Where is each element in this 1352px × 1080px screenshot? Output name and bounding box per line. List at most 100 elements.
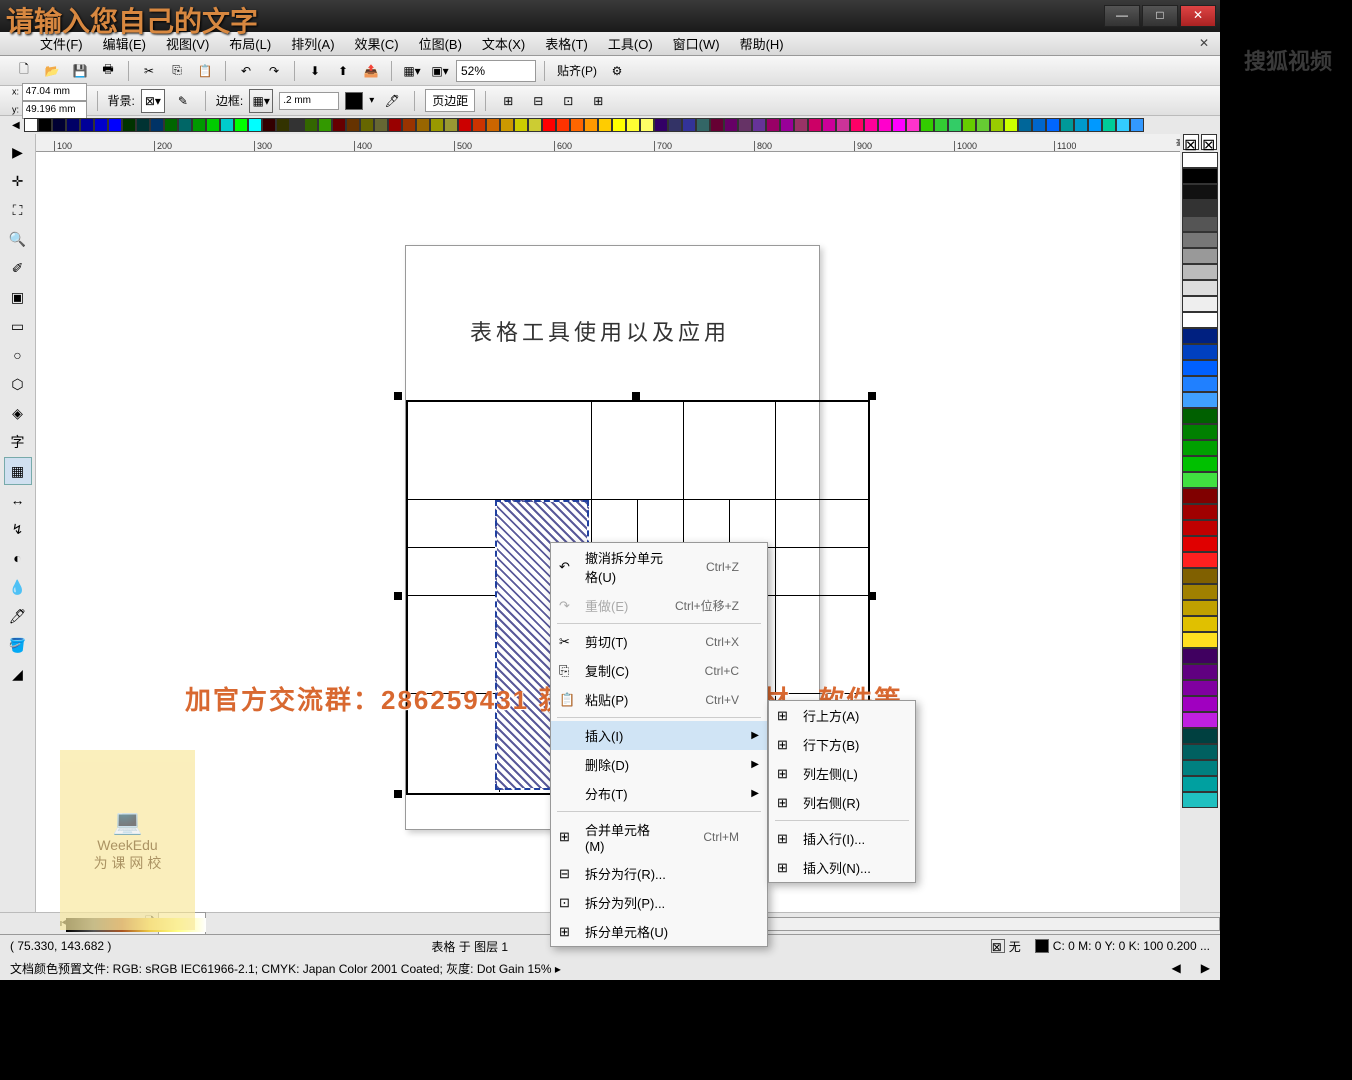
color-swatch[interactable] [1182, 472, 1218, 488]
snap-label[interactable]: 贴齐(P) [553, 62, 601, 79]
app-launcher-icon[interactable]: ▦▾ [400, 59, 424, 83]
color-swatch[interactable] [710, 118, 724, 132]
context-menu-item[interactable]: ⊞行上方(A) [769, 701, 915, 730]
fill-none-icon[interactable]: ⊠ [991, 939, 1005, 953]
color-swatch[interactable] [1182, 584, 1218, 600]
color-swatch[interactable] [1074, 118, 1088, 132]
dimension-tool-icon[interactable]: ↔ [4, 486, 32, 514]
color-swatch[interactable] [1182, 680, 1218, 696]
pick-tool-icon[interactable]: ▶ [4, 138, 32, 166]
color-swatch[interactable] [24, 118, 38, 132]
bg-color-picker[interactable]: ⊠▾ [141, 89, 165, 113]
color-swatch[interactable] [1088, 118, 1102, 132]
close-button[interactable]: ✕ [1180, 5, 1216, 27]
color-swatch[interactable] [416, 118, 430, 132]
color-swatch[interactable] [1182, 376, 1218, 392]
color-swatch[interactable] [1182, 232, 1218, 248]
color-swatch[interactable] [1182, 488, 1218, 504]
document-close-button[interactable]: ✕ [1194, 36, 1214, 52]
selection-handle[interactable] [868, 392, 876, 400]
color-swatch[interactable] [1182, 648, 1218, 664]
color-swatch[interactable] [38, 118, 52, 132]
context-menu-item[interactable]: ⎘复制(C)Ctrl+C [551, 656, 767, 685]
color-swatch[interactable] [962, 118, 976, 132]
color-swatch[interactable] [696, 118, 710, 132]
y-position[interactable] [22, 101, 87, 119]
text-tool-icon[interactable]: 字 [4, 428, 32, 456]
color-swatch[interactable] [948, 118, 962, 132]
menu-text[interactable]: 文本(X) [472, 32, 535, 55]
no-fill-icon[interactable]: ⊠ [1183, 134, 1199, 150]
color-swatch[interactable] [1182, 152, 1218, 168]
color-swatch[interactable] [66, 118, 80, 132]
nav-prev-frame-icon[interactable]: ◀ [1172, 961, 1181, 975]
color-swatch[interactable] [1182, 248, 1218, 264]
color-swatch[interactable] [1182, 216, 1218, 232]
color-swatch[interactable] [1182, 312, 1218, 328]
shape-tool-icon[interactable]: ✛ [4, 167, 32, 195]
color-swatch[interactable] [892, 118, 906, 132]
color-swatch[interactable] [150, 118, 164, 132]
color-swatch[interactable] [752, 118, 766, 132]
color-swatch[interactable] [1182, 328, 1218, 344]
color-swatch[interactable] [1046, 118, 1060, 132]
paste-icon[interactable]: 📋 [193, 59, 217, 83]
context-menu-item[interactable]: 分布(T)▶ [551, 779, 767, 808]
color-swatch[interactable] [738, 118, 752, 132]
color-swatch[interactable] [346, 118, 360, 132]
color-swatch[interactable] [584, 118, 598, 132]
color-swatch[interactable] [1182, 392, 1218, 408]
context-menu-item[interactable]: ⊞列左侧(L) [769, 759, 915, 788]
color-swatch[interactable] [1018, 118, 1032, 132]
maximize-button[interactable]: □ [1142, 5, 1178, 27]
context-menu-item[interactable]: ✂剪切(T)Ctrl+X [551, 627, 767, 656]
split-cells-icon[interactable]: ⊞ [586, 89, 610, 113]
color-swatch[interactable] [1182, 744, 1218, 760]
polygon-tool-icon[interactable]: ⬡ [4, 370, 32, 398]
color-swatch[interactable] [822, 118, 836, 132]
eyedropper-tool-icon[interactable]: 💧 [4, 573, 32, 601]
color-swatch[interactable] [1182, 696, 1218, 712]
color-swatch[interactable] [780, 118, 794, 132]
color-swatch[interactable] [486, 118, 500, 132]
color-swatch[interactable] [1182, 792, 1218, 808]
color-swatch[interactable] [1182, 296, 1218, 312]
color-swatch[interactable] [640, 118, 654, 132]
color-swatch[interactable] [864, 118, 878, 132]
color-swatch[interactable] [234, 118, 248, 132]
color-swatch[interactable] [178, 118, 192, 132]
context-menu-item[interactable]: 插入(I)▶ [551, 721, 767, 750]
snap-options-icon[interactable]: ⚙ [605, 59, 629, 83]
color-swatch[interactable] [1182, 520, 1218, 536]
color-swatch[interactable] [542, 118, 556, 132]
color-swatch[interactable] [1182, 456, 1218, 472]
import-icon[interactable]: ⬇ [303, 59, 327, 83]
fill-tool-icon[interactable]: 🪣 [4, 631, 32, 659]
outline-pen-icon[interactable]: 🖊 [380, 89, 404, 113]
color-swatch[interactable] [766, 118, 780, 132]
color-swatch[interactable] [360, 118, 374, 132]
color-swatch[interactable] [1182, 168, 1218, 184]
color-swatch[interactable] [682, 118, 696, 132]
color-swatch[interactable] [458, 118, 472, 132]
menu-bitmap[interactable]: 位图(B) [409, 32, 472, 55]
color-swatch[interactable] [836, 118, 850, 132]
margin-label[interactable]: 页边距 [425, 89, 475, 112]
selection-handle[interactable] [868, 592, 876, 600]
color-swatch[interactable] [1182, 776, 1218, 792]
ellipse-tool-icon[interactable]: ○ [4, 341, 32, 369]
color-swatch[interactable] [1004, 118, 1018, 132]
color-swatch[interactable] [1182, 408, 1218, 424]
context-menu-item[interactable]: 删除(D)▶ [551, 750, 767, 779]
zoom-tool-icon[interactable]: 🔍 [4, 225, 32, 253]
color-swatch[interactable] [444, 118, 458, 132]
copy-icon[interactable]: ⎘ [165, 59, 189, 83]
color-swatch[interactable] [850, 118, 864, 132]
color-swatch[interactable] [262, 118, 276, 132]
color-swatch[interactable] [374, 118, 388, 132]
color-swatch[interactable] [906, 118, 920, 132]
color-swatch[interactable] [1182, 712, 1218, 728]
freehand-tool-icon[interactable]: ✐ [4, 254, 32, 282]
selection-handle[interactable] [394, 392, 402, 400]
minimize-button[interactable]: — [1104, 5, 1140, 27]
